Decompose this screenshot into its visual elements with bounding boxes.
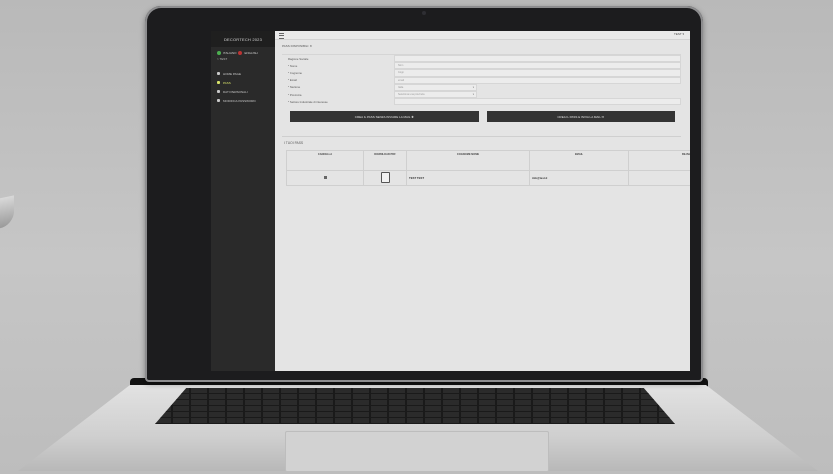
resend-cell: ✉ [628,170,690,186]
form-actions: CREA IL PASS SENZA INVIARE LA MAIL ✚ CRE… [290,111,675,123]
col-delete: CANCELLA [286,150,364,171]
home-icon [217,72,220,75]
keyboard [155,388,675,424]
trackpad [285,431,549,472]
sidebar-nav: HOME PAGE PASS DATI PERSONALI MODIFICA P… [211,69,275,105]
language-english[interactable]: ENGLISH [244,51,257,55]
company-field[interactable] [394,55,681,63]
passes-table: CANCELLA DOWNLOAD PDF COGNOME NOME EMAIL… [286,150,690,186]
col-download-pdf: DOWNLOAD PDF [363,150,407,171]
col-name: COGNOME NOME [406,150,530,171]
form-row-surname: * Cognome Cogn [282,69,681,77]
language-switcher: ITALIANO ENGLISH [211,47,275,55]
name-label: * Nome [288,63,298,68]
country-select-value: Italia [398,85,404,89]
surname-label: * Cognome [288,70,302,75]
email-label: * Email [288,78,297,83]
table-row: TEST TEST info@test.it ✉ [286,170,690,186]
province-select[interactable]: Seleziona una provincia ▾ [394,90,477,99]
form-row-province: * Provincia Seleziona una provincia ▾ [282,90,681,99]
delete-cell [286,170,364,186]
col-email: EMAIL [529,150,629,171]
pass-form: Ragione Sociale * Nome Nom * Cognome Cog… [282,54,681,125]
province-select-value: Seleziona una provincia [398,93,425,97]
country-select[interactable]: Italia ▾ [394,83,477,91]
pdf-cell [363,170,407,186]
form-row-country: * Nazione Italia ▾ [282,83,681,91]
province-label: * Provincia [288,92,302,97]
trash-icon[interactable] [323,176,327,179]
surname-field[interactable]: Cogn [394,69,681,77]
available-passes: PASS DISPONIBILI: 8 [282,44,312,48]
sidebar-item-label: HOME PAGE [223,71,241,76]
country-label: * Nazione [288,85,301,90]
passes-title: I TUOI PASS [284,141,304,145]
sidebar-item-home[interactable]: HOME PAGE [211,69,275,78]
main-content: PASS DISPONIBILI: 8 Ragione Sociale * No… [275,39,690,371]
user-menu[interactable]: TEST ▾ [674,32,684,36]
sector-label: * Settore Industriale di interesse [288,99,328,104]
sidebar-item-label: PASS [223,80,231,85]
language-italian[interactable]: ITALIANO [223,51,236,55]
chevron-down-icon: ▾ [472,85,474,89]
form-row-company: Ragione Sociale [282,55,681,63]
chevron-down-icon: ▾ [472,93,474,97]
name-field[interactable]: Nom [394,62,681,70]
pass-email: info@test.it [529,170,629,186]
camera-icon [422,11,426,15]
ticket-icon [217,81,220,84]
sidebar-item-label: MODIFICA PASSWORD [223,98,256,103]
sidebar: DECORTECH 2023 ITALIANO ENGLISH > TEST H… [211,31,275,371]
passes-section: I TUOI PASS CANCELLA DOWNLOAD PDF COGNOM… [282,136,690,186]
user-icon [217,90,220,93]
form-row-sector: * Settore Industriale di interesse [282,98,681,106]
company-label: Ragione Sociale [288,56,309,61]
form-row-name: * Nome Nom [282,62,681,70]
user-name: > TEST [217,57,228,61]
sidebar-item-label: DATI PERSONALI [223,89,248,94]
italian-flag-icon[interactable] [217,51,221,55]
pdf-icon[interactable] [380,172,390,183]
create-pass-send-mail-button[interactable]: CREA IL PASS E INVIA LA MAIL ✉ [486,111,675,123]
laptop-lid: DECORTECH 2023 ITALIANO ENGLISH > TEST H… [145,6,703,382]
sidebar-item-personal-data[interactable]: DATI PERSONALI [211,87,275,96]
sidebar-item-pass[interactable]: PASS [211,78,275,87]
col-resend-email: RE-INVIO EMAIL [628,150,690,171]
laptop-screen: DECORTECH 2023 ITALIANO ENGLISH > TEST H… [211,31,690,371]
brand-logo[interactable]: DECORTECH 2023 [211,31,275,47]
background-laptop-edge [0,195,14,235]
form-row-email: * Email email [282,76,681,84]
key-icon [217,99,220,102]
sidebar-item-change-password[interactable]: MODIFICA PASSWORD [211,96,275,105]
sector-field[interactable] [394,98,681,106]
email-field[interactable]: email [394,76,681,84]
create-pass-no-mail-button[interactable]: CREA IL PASS SENZA INVIARE LA MAIL ✚ [290,111,479,123]
pass-name: TEST TEST [406,170,530,186]
